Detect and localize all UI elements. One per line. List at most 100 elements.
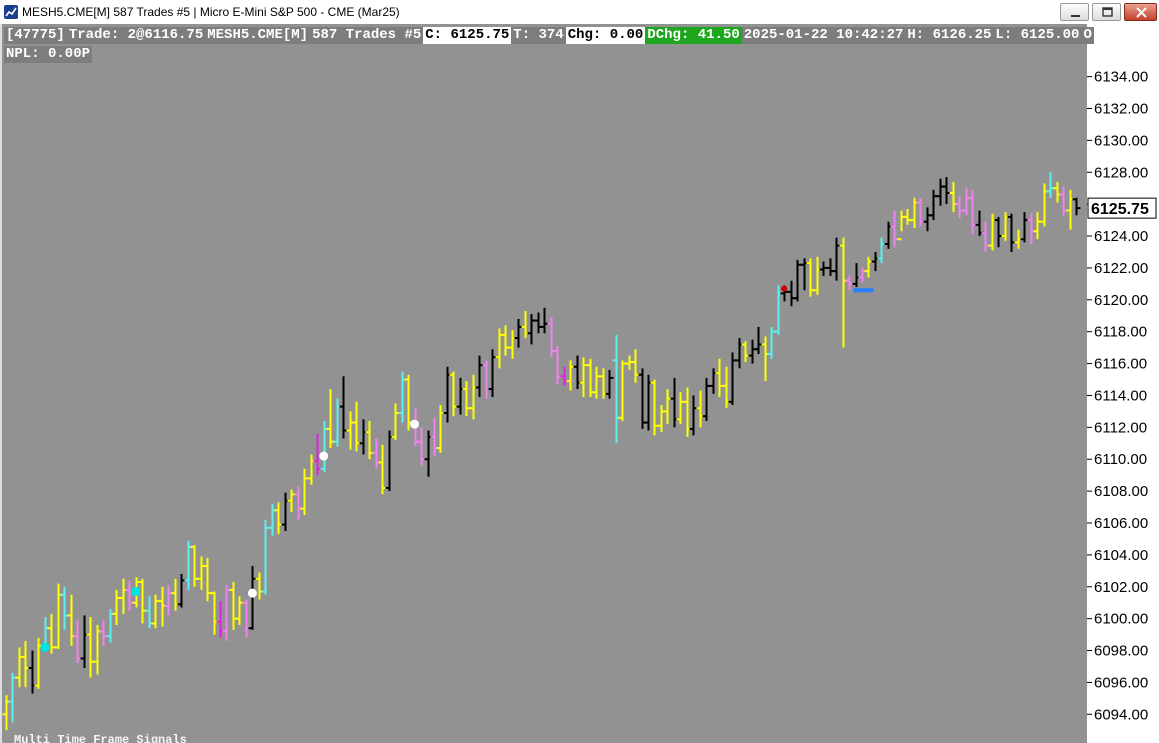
ohlc-bar xyxy=(326,389,335,449)
ohlc-bar xyxy=(1007,213,1016,252)
ohlc-bar xyxy=(553,346,562,385)
header-low: L: 6125.00 xyxy=(993,27,1082,44)
ohlc-bar xyxy=(508,330,517,359)
y-axis-tick-label: 6110.00 xyxy=(1094,451,1147,468)
ohlc-bar xyxy=(949,181,958,213)
header-bar-period: 587 Trades #5 xyxy=(310,27,424,44)
ohlc-bar xyxy=(281,492,290,531)
ohlc-bar xyxy=(378,444,387,495)
ohlc-bar xyxy=(235,596,244,626)
ohlc-bar xyxy=(268,503,277,536)
ohlc-bar xyxy=(119,578,128,614)
ohlc-bar xyxy=(255,572,264,600)
ohlc-bar xyxy=(612,334,621,444)
ohlc-bar xyxy=(488,349,497,398)
y-axis-tick-label: 6112.00 xyxy=(1094,419,1147,436)
ohlc-bar xyxy=(73,620,82,664)
ohlc-bar xyxy=(631,349,640,383)
ohlc-bar xyxy=(650,379,659,436)
ohlc-bar xyxy=(514,318,523,348)
ohlc-bar xyxy=(482,360,491,399)
ohlc-bar xyxy=(365,420,374,460)
ohlc-bar xyxy=(112,589,121,626)
ohlc-bar xyxy=(417,427,426,466)
ohlc-bar xyxy=(715,358,724,398)
y-axis-tick-label: 6128.00 xyxy=(1094,164,1148,181)
ohlc-bar xyxy=(359,419,368,455)
ohlc-bar xyxy=(741,341,750,362)
ohlc-bar xyxy=(826,258,835,276)
signal-dot xyxy=(319,451,329,461)
ohlc-bar xyxy=(806,258,815,297)
ohlc-bar xyxy=(579,357,588,398)
ohlc-bar xyxy=(534,312,543,334)
ohlc-bar xyxy=(2,695,11,731)
ohlc-bar xyxy=(1020,212,1029,243)
ohlc-bar xyxy=(916,197,925,227)
ohlc-bar xyxy=(28,650,37,694)
y-axis-tick-label: 6114.00 xyxy=(1094,387,1147,404)
ohlc-bar xyxy=(897,210,906,241)
ohlc-bar xyxy=(99,620,108,646)
ohlc-bar xyxy=(229,581,238,630)
y-axis-tick-label: 6094.00 xyxy=(1094,706,1148,723)
ohlc-bar xyxy=(177,574,186,608)
ohlc-bar xyxy=(858,267,867,283)
header-high: H: 6126.25 xyxy=(905,27,994,44)
header-change: Chg: 0.00 xyxy=(565,27,646,44)
ohlc-bar xyxy=(436,405,445,453)
ohlc-bar xyxy=(754,326,763,355)
ohlc-bar xyxy=(903,208,912,225)
ohlc-bar xyxy=(962,188,971,216)
ohlc-bar xyxy=(294,486,303,520)
price-chart[interactable]: 6134.006132.006130.006128.006126.006124.… xyxy=(0,0,1159,743)
header-close: C: 6125.75 xyxy=(423,27,512,44)
ohlc-bar xyxy=(832,237,841,281)
ohlc-bar xyxy=(372,438,381,469)
ohlc-bar xyxy=(994,216,1003,248)
ohlc-bar xyxy=(767,326,776,359)
y-axis-tick-label: 6120.00 xyxy=(1094,292,1148,309)
signal-dot-cluster xyxy=(869,287,874,293)
ohlc-bar xyxy=(845,275,854,291)
ohlc-bar xyxy=(968,189,977,235)
ohlc-bar xyxy=(864,256,873,278)
ohlc-bar xyxy=(501,325,510,356)
y-axis-tick-label: 6132.00 xyxy=(1094,100,1148,117)
ohlc-bar xyxy=(449,371,458,417)
ohlc-bar xyxy=(663,389,672,425)
ohlc-bar xyxy=(929,189,938,221)
ohlc-bar xyxy=(352,401,361,452)
signal-dot xyxy=(247,588,257,598)
ohlc-bar xyxy=(307,454,316,485)
ohlc-bar xyxy=(955,196,964,219)
ohlc-bar xyxy=(877,237,886,264)
ohlc-bar xyxy=(702,377,711,421)
ohlc-bar xyxy=(1053,181,1062,203)
ohlc-bar xyxy=(242,599,251,638)
ohlc-bar xyxy=(184,540,193,590)
chart-header-info: [47775] Trade: 2@6116.75 MESH5.CME[M] 58… xyxy=(4,27,1094,44)
y-axis-tick-label: 6104.00 xyxy=(1094,547,1148,564)
ohlc-bar xyxy=(676,392,685,425)
ohlc-bar xyxy=(527,314,536,345)
y-axis-tick-label: 6100.00 xyxy=(1094,611,1148,628)
ohlc-bar xyxy=(566,360,575,391)
ohlc-bar xyxy=(592,366,601,399)
header-trades: T: 374 xyxy=(511,27,566,44)
ohlc-bar xyxy=(67,594,76,646)
ohlc-bar xyxy=(222,585,231,641)
ohlc-bar xyxy=(638,368,647,429)
signal-dot xyxy=(131,587,141,597)
ohlc-bar xyxy=(813,256,822,296)
ohlc-bar xyxy=(197,556,206,590)
ohlc-bar xyxy=(138,578,147,624)
ohlc-bar xyxy=(573,355,582,390)
ohlc-bar xyxy=(605,369,614,399)
ohlc-bar xyxy=(696,390,705,428)
ohlc-bar xyxy=(164,585,173,616)
ohlc-bar xyxy=(15,647,24,688)
y-axis-tick-label: 6102.00 xyxy=(1094,579,1148,596)
ohlc-bar xyxy=(871,251,880,272)
ohlc-bar xyxy=(462,381,471,417)
